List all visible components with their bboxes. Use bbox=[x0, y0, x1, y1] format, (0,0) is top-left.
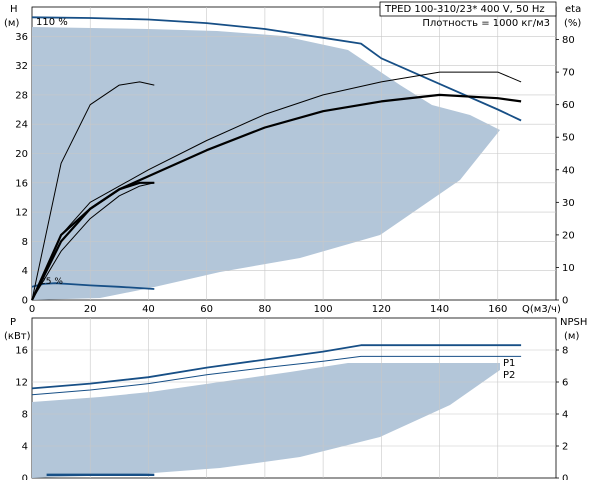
p-tick-label: 8 bbox=[22, 410, 28, 421]
min-speed-label: 25 % bbox=[40, 277, 63, 287]
h-tick-label: 32 bbox=[15, 61, 28, 72]
npsh-tick-label: 0 bbox=[562, 474, 568, 480]
h-tick-label: 8 bbox=[22, 237, 28, 248]
x-axis-title: Q(м3/ч) bbox=[522, 304, 561, 315]
y-left-title: H bbox=[10, 4, 18, 15]
eta-tick-label: 10 bbox=[562, 263, 575, 274]
npsh-tick-label: 4 bbox=[562, 410, 568, 421]
legend-box: TPED 100-310/2 3* 400 V, 50 Hz Плотность… bbox=[379, 1, 557, 29]
npsh-tick-label: 2 bbox=[562, 442, 568, 453]
x-tick-label: 60 bbox=[200, 304, 213, 315]
npsh-axis-title: NPSH bbox=[560, 317, 587, 328]
eta-tick-label: 50 bbox=[562, 133, 575, 144]
pump-performance-chart: 0 20 40 60 80 100 120 140 1600481216202428323601… bbox=[4, 1, 587, 480]
p-tick-label: 16 bbox=[15, 346, 28, 357]
eta-tick-label: 70 bbox=[562, 68, 575, 79]
x-tick-label: 120 bbox=[372, 304, 391, 315]
h-tick-label: 0 bbox=[22, 296, 28, 307]
npsh-tick-label: 6 bbox=[562, 378, 568, 389]
model-label: TPED 100-310/2 bbox=[384, 4, 466, 15]
top-panel: 0 20 40 60 80 100 120 140 160 0 4 8 12 16 20 24 28 32 36 0 1… bbox=[4, 1, 581, 315]
h-tick-label: 16 bbox=[15, 178, 28, 189]
x-tick-label: 40 bbox=[142, 304, 155, 315]
supply-label: 3* 400 V, 50 Hz bbox=[466, 4, 545, 15]
h-tick-label: 12 bbox=[15, 208, 28, 219]
npsh-tick-label: 8 bbox=[562, 346, 568, 357]
p-tick-label: 0 bbox=[22, 474, 28, 480]
series-label-p2: P2 bbox=[503, 370, 515, 381]
h-tick-label: 20 bbox=[15, 149, 28, 160]
eta-tick-label: 80 bbox=[562, 35, 575, 46]
eta-tick-label: 20 bbox=[562, 230, 575, 241]
density-label: Плотность = 1000 кг/м3 bbox=[422, 18, 550, 29]
eta-tick-label: 30 bbox=[562, 198, 575, 209]
eta-tick-label: 60 bbox=[562, 100, 575, 111]
bottom-operating-area bbox=[32, 363, 500, 478]
p-axis-title: P bbox=[10, 317, 16, 328]
h-tick-label: 28 bbox=[15, 90, 28, 101]
top-operating-area bbox=[32, 27, 500, 300]
h-tick-label: 36 bbox=[15, 32, 28, 43]
npsh-axis-unit: (м) bbox=[564, 331, 579, 342]
p-axis-unit: (кВт) bbox=[4, 331, 31, 342]
x-tick-label: 0 bbox=[29, 304, 35, 315]
eta-tick-label: 0 bbox=[562, 296, 568, 307]
eta-tick-label: 40 bbox=[562, 165, 575, 176]
bottom-panel: 0 4 8 12 16 0 2 4 6 8 P (кВт) NPSH (м) P1 P2 bbox=[4, 317, 587, 480]
p-tick-label: 12 bbox=[15, 378, 28, 389]
x-tick-label: 160 bbox=[488, 304, 507, 315]
x-tick-label: 140 bbox=[430, 304, 449, 315]
y-right-title: eta bbox=[565, 4, 581, 15]
series-label-p1: P1 bbox=[503, 358, 515, 369]
max-speed-label: 110 % bbox=[36, 17, 68, 28]
p-tick-label: 4 bbox=[22, 442, 28, 453]
x-tick-label: 80 bbox=[259, 304, 272, 315]
h-tick-label: 4 bbox=[22, 266, 28, 277]
y-left-unit: (м) bbox=[4, 18, 19, 29]
h-tick-label: 24 bbox=[15, 120, 28, 131]
x-tick-label: 20 bbox=[84, 304, 97, 315]
y-right-unit: (%) bbox=[564, 18, 581, 29]
x-tick-label: 100 bbox=[314, 304, 333, 315]
